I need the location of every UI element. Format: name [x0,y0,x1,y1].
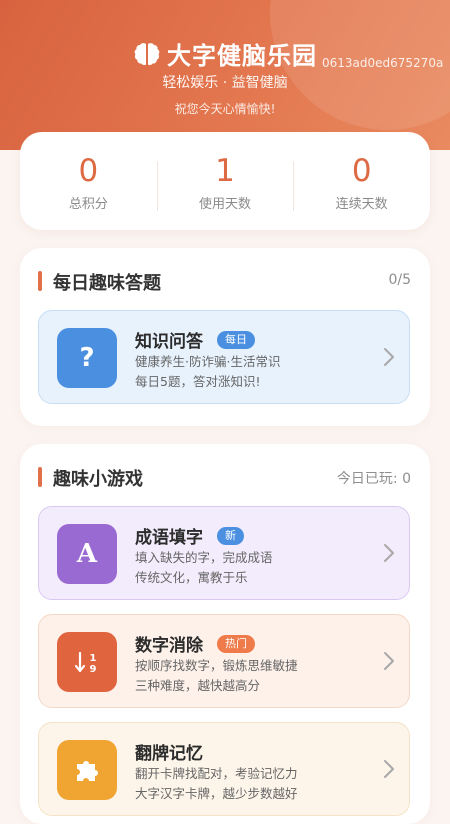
question-mark-icon: ? [57,328,117,388]
card-title: 成语填字 [135,528,203,548]
app-subtitle: 轻松娱乐 · 益智健脑 [162,75,288,91]
stat-label: 总积分 [68,196,108,212]
daily-badge: 每日 [217,331,255,349]
card-title: 知识问答 [135,332,203,352]
stat-value: 0 [78,152,99,189]
card-description: 填入缺失的字，完成成语 [135,550,273,565]
stat-label: 连续天数 [335,196,388,212]
chevron-right-icon [384,652,394,670]
idiom-fill-game-card[interactable]: A 成语填字 新 填入缺失的字，完成成语 传统文化，寓教于乐 [38,506,410,600]
stat-label: 使用天数 [199,196,252,212]
sort-numbers-icon: 1 9 [57,632,117,692]
section-accent-bar [38,467,42,487]
card-description: 按顺序找数字，锻炼思维敏捷 [135,658,298,673]
overlay-id-text: 0613ad0ed675270a [322,56,444,70]
chevron-right-icon [384,760,394,778]
header-banner: 大字健脑乐园 轻松娱乐 · 益智健脑 祝您今天心情愉快! 0613ad0ed67… [0,0,450,150]
card-description: 大字汉字卡牌，越少步数越好 [135,786,298,801]
card-description: 每日5题，答对涨知识! [135,374,261,389]
svg-text:9: 9 [90,664,97,675]
card-description: 翻开卡牌找配对，考验记忆力 [135,766,298,781]
stats-card: 0 总积分 1 使用天数 0 连续天数 [20,132,430,230]
quiz-progress: 0/5 [388,272,411,288]
played-today-count: 今日已玩: 0 [336,471,411,487]
svg-text:1: 1 [90,653,97,664]
mini-games-section: 趣味小游戏 今日已玩: 0 A 成语填字 新 填入缺失的字，完成成语 传统文化，… [20,444,430,824]
card-description: 三种难度，越快越高分 [135,678,261,693]
stat-days-used: 1 使用天数 [156,151,294,212]
brain-icon [134,43,160,66]
card-title: 数字消除 [135,636,203,656]
number-elimination-game-card[interactable]: 1 9 数字消除 热门 按顺序找数字，锻炼思维敏捷 三种难度，越快越高分 [38,614,410,708]
app-title-text: 大字健脑乐园 [167,42,317,70]
section-title: 趣味小游戏 [53,469,143,490]
card-description: 健康养生·防诈骗·生活常识 [135,354,281,369]
letter-a-icon: A [57,524,117,584]
stat-streak-days: 0 连续天数 [293,151,430,212]
chevron-right-icon [384,544,394,562]
greeting-text: 祝您今天心情愉快! [174,102,276,116]
chevron-right-icon [384,348,394,366]
memory-flip-game-card[interactable]: 翻牌记忆 翻开卡牌找配对，考验记忆力 大字汉字卡牌，越少步数越好 [38,722,410,816]
stat-total-points: 0 总积分 [20,151,157,212]
section-accent-bar [38,271,42,291]
section-header: 每日趣味答题 0/5 [20,248,430,316]
card-title: 翻牌记忆 [135,744,203,764]
section-header: 趣味小游戏 今日已玩: 0 [20,444,430,512]
card-description: 传统文化，寓教于乐 [135,570,248,585]
section-title: 每日趣味答题 [53,273,161,294]
knowledge-quiz-card[interactable]: ? 知识问答 每日 健康养生·防诈骗·生活常识 每日5题，答对涨知识! [38,310,410,404]
stat-value: 0 [351,152,372,189]
stat-value: 1 [215,152,235,189]
daily-quiz-section: 每日趣味答题 0/5 ? 知识问答 每日 健康养生·防诈骗·生活常识 每日5题，… [20,248,430,426]
puzzle-icon [57,740,117,800]
new-badge: 新 [217,527,244,545]
hot-badge: 热门 [217,635,255,653]
